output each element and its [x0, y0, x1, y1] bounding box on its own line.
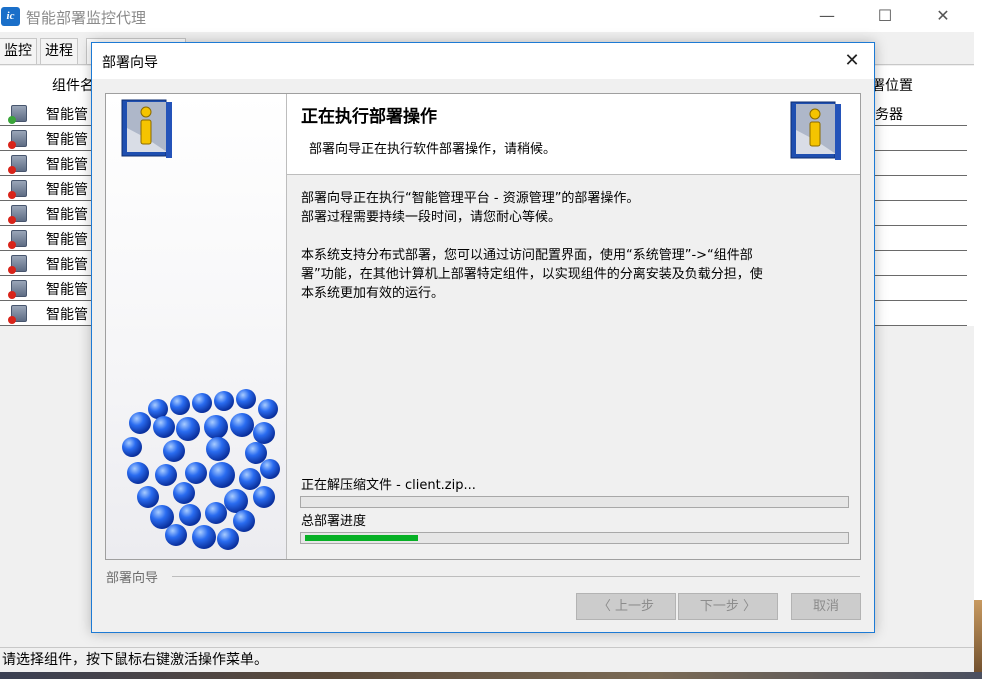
next-button[interactable]: 下一步 〉 [678, 593, 778, 620]
maximize-button[interactable]: ☐ [862, 0, 908, 32]
component-name: 智能管 [46, 182, 88, 198]
dialog-title: 部署向导 [102, 55, 158, 71]
component-error-icon [8, 130, 27, 149]
file-progress-label: 正在解压缩文件 - client.zip... [301, 478, 476, 493]
minimize-button[interactable]: — [804, 0, 850, 32]
component-error-icon [8, 155, 27, 174]
info-book-icon [121, 99, 172, 158]
tab-monitor[interactable]: 监控 [0, 38, 37, 64]
component-error-icon [8, 205, 27, 224]
component-name: 智能管 [46, 207, 88, 223]
app-logo-icon: ic [1, 7, 20, 26]
component-name: 智能管 [46, 107, 88, 123]
component-name: 智能管 [46, 257, 88, 273]
title-bar: ic 智能部署监控代理 — ☐ ✕ [0, 0, 974, 32]
wizard-header: 正在执行部署操作 部署向导正在执行软件部署操作，请稍候。 [287, 94, 860, 175]
wizard-info-paragraph: 本系统支持分布式部署，您可以通过访问配置界面，使用“系统管理”->“组件部 署”… [301, 246, 856, 303]
component-name: 智能管 [46, 232, 88, 248]
footer-divider [172, 576, 860, 577]
wizard-body: 正在执行部署操作 部署向导正在执行软件部署操作，请稍候。 部署向导正在执行“智能… [105, 93, 861, 560]
total-progress-bar [300, 532, 849, 544]
component-name: 智能管 [46, 157, 88, 173]
column-header-name[interactable]: 组件名 [52, 75, 94, 95]
taskbar-strip [0, 672, 982, 679]
back-button[interactable]: 〈 上一步 [576, 593, 676, 620]
close-button[interactable]: ✕ [920, 0, 966, 32]
cancel-button[interactable]: 取消 [791, 593, 861, 620]
total-progress-label: 总部署进度 [301, 514, 367, 529]
info-line: 本系统更加有效的运行。 [301, 286, 445, 301]
molecule-cube-image [122, 389, 280, 550]
component-error-icon [8, 255, 27, 274]
component-name: 智能管 [46, 132, 88, 148]
info-line: 署”功能，在其他计算机上部署特定组件，以实现组件的分离安装及负载分担，使 [301, 267, 763, 282]
file-progress-bar [300, 496, 849, 508]
desktop-background [974, 600, 982, 679]
description-line: 部署过程需要持续一段时间，请您耐心等候。 [301, 210, 562, 225]
component-error-icon [8, 230, 27, 249]
info-line: 本系统支持分布式部署，您可以通过访问配置界面，使用“系统管理”->“组件部 [301, 248, 753, 263]
component-name: 智能管 [46, 307, 88, 323]
footer-legend: 部署向导 [106, 571, 159, 586]
component-error-icon [8, 280, 27, 299]
wizard-sidebar [106, 94, 287, 559]
dialog-title-bar: 部署向导 ✕ [92, 43, 874, 79]
info-book-icon [790, 101, 841, 160]
wizard-description: 部署向导正在执行“智能管理平台 - 资源管理”的部署操作。 部署过程需要持续一段… [301, 189, 856, 227]
deploy-wizard-dialog: 部署向导 ✕ 正在执行部署操作 部署向导正在执行软件部署操作，请稍候。 部署向导… [91, 42, 875, 633]
component-ok-icon [8, 105, 27, 124]
component-error-icon [8, 180, 27, 199]
tab-process[interactable]: 进程 [40, 38, 78, 64]
total-progress-fill [305, 535, 418, 541]
dialog-close-button[interactable]: ✕ [838, 47, 866, 75]
column-header-location[interactable]: 署位置 [871, 75, 913, 95]
component-error-icon [8, 305, 27, 324]
status-bar: 请选择组件，按下鼠标右键激活操作菜单。 [0, 647, 976, 673]
description-line: 部署向导正在执行“智能管理平台 - 资源管理”的部署操作。 [301, 191, 640, 206]
component-name: 智能管 [46, 282, 88, 298]
wizard-step-subtitle: 部署向导正在执行软件部署操作，请稍候。 [309, 142, 557, 157]
wizard-step-title: 正在执行部署操作 [301, 107, 437, 127]
app-title: 智能部署监控代理 [26, 9, 147, 27]
